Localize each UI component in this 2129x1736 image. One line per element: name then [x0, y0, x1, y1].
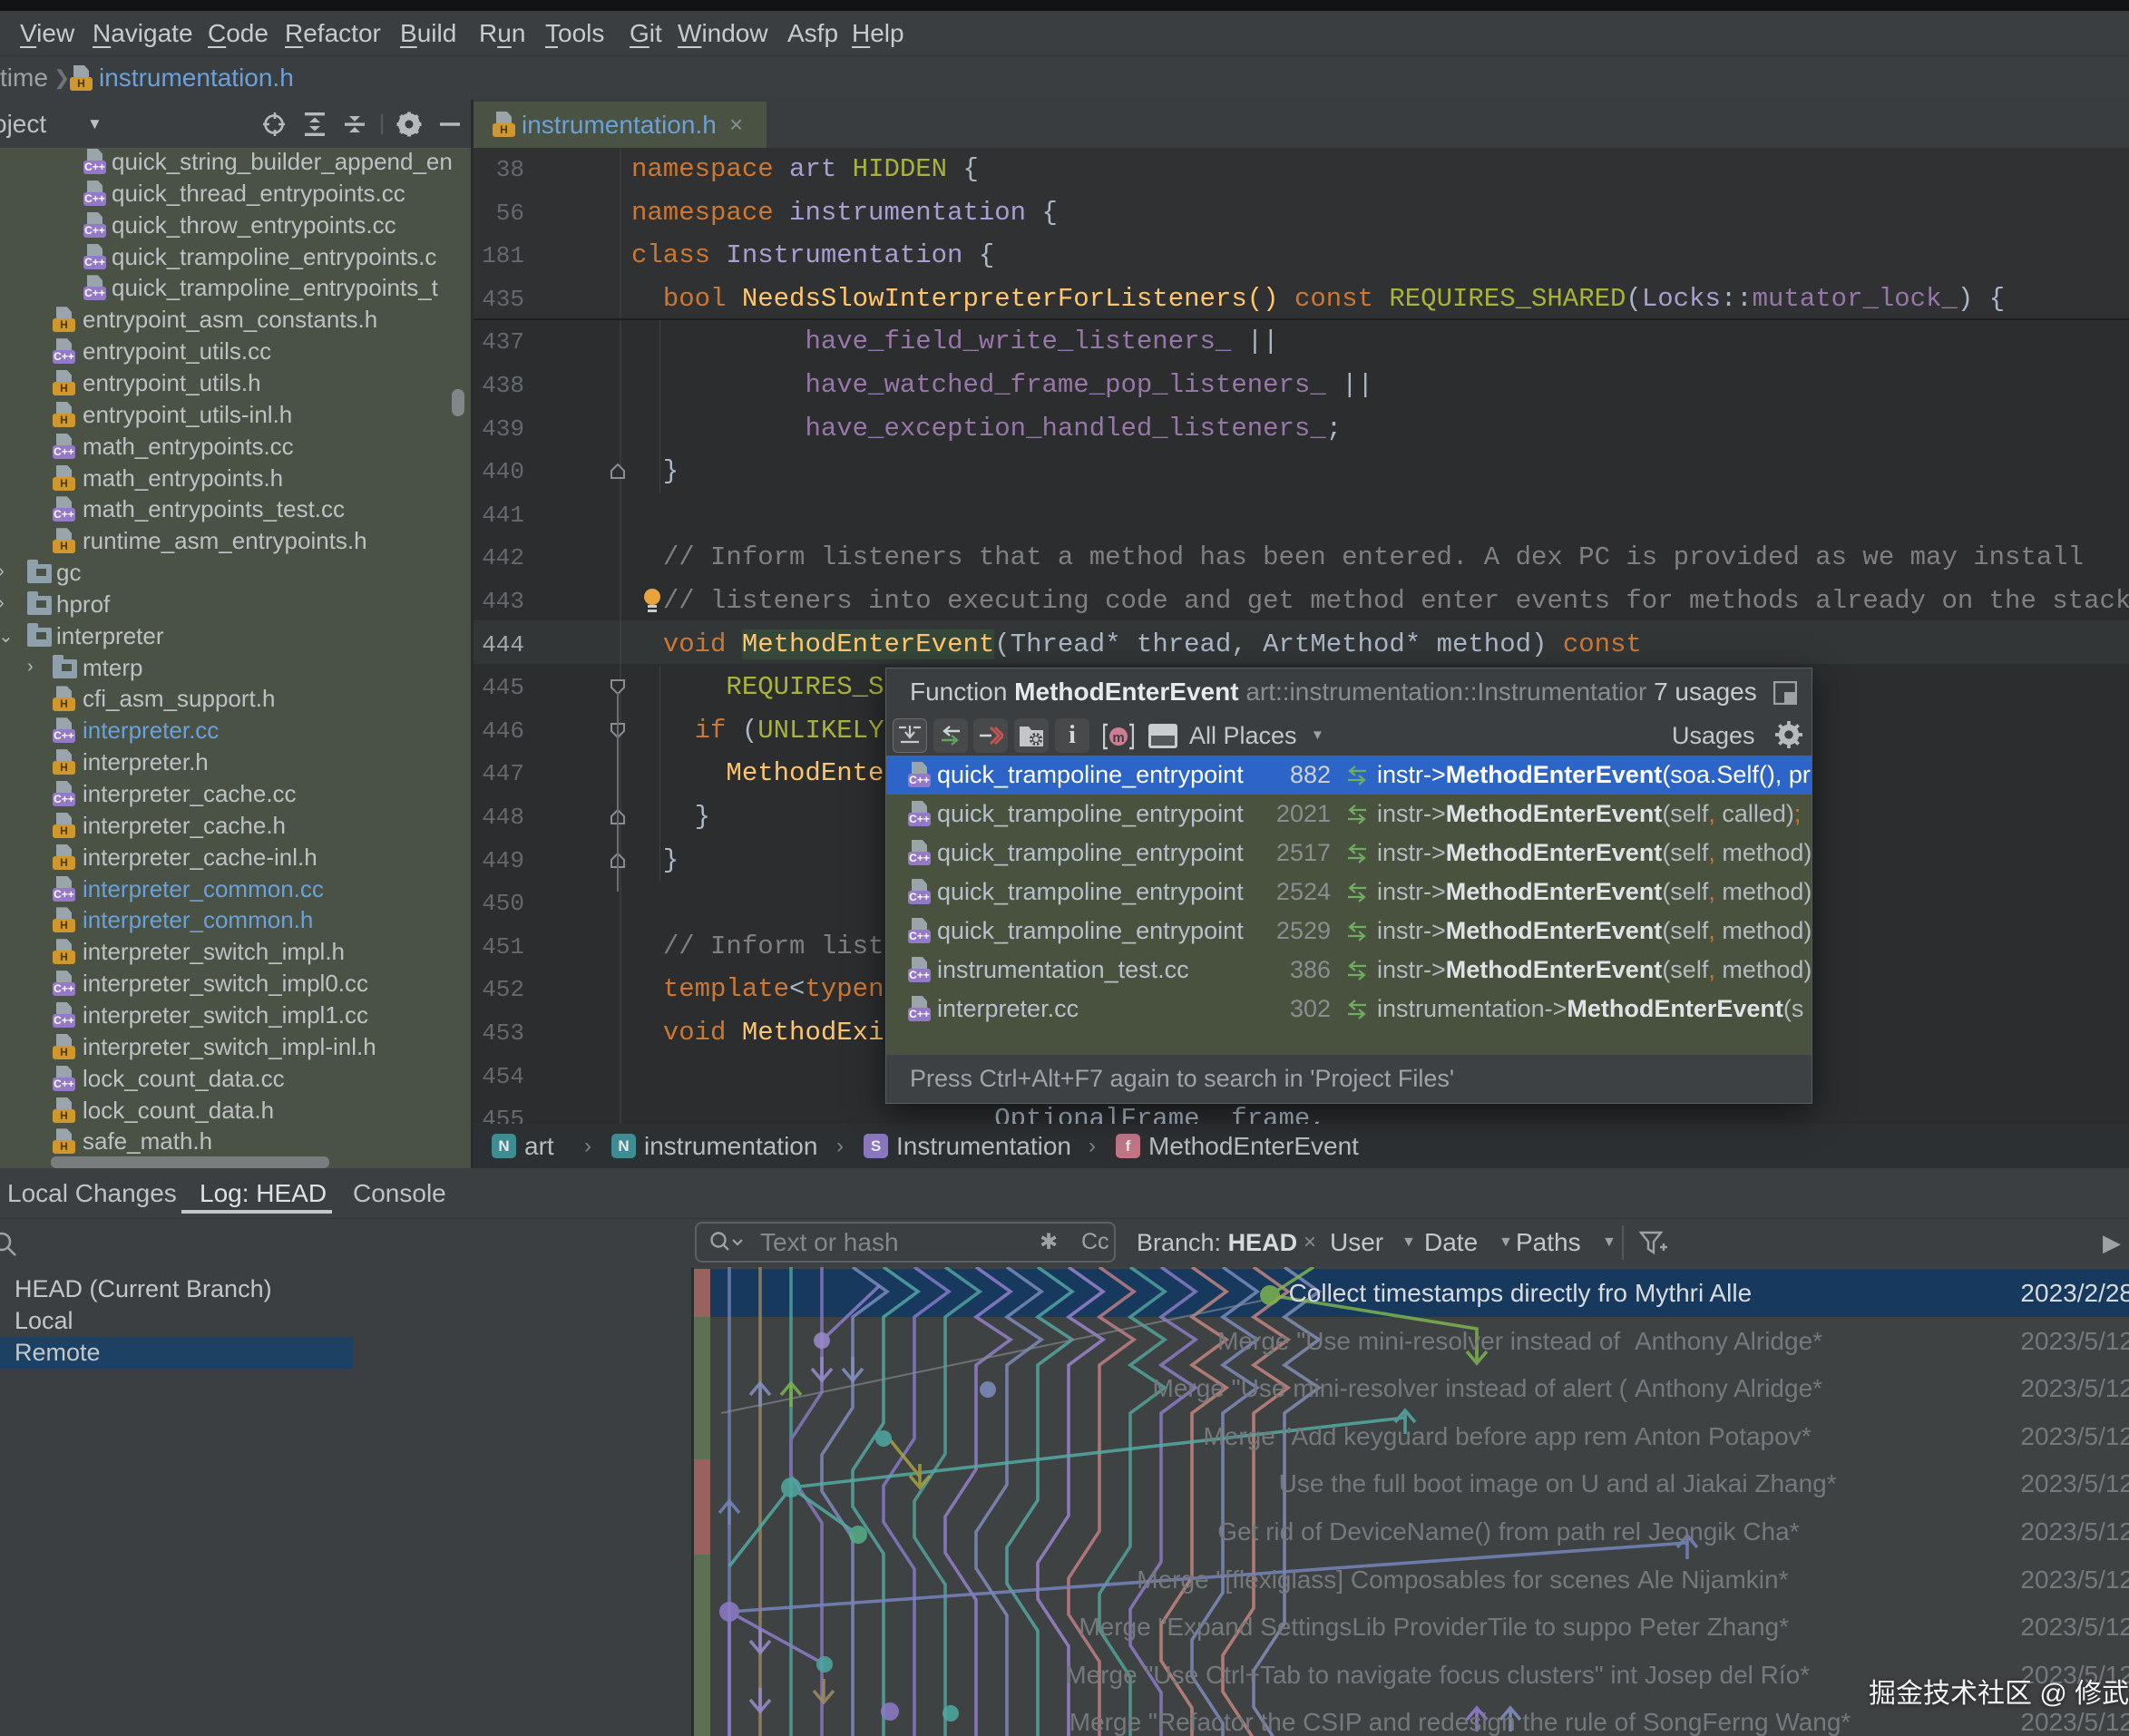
svg-text:m: m: [1112, 730, 1124, 746]
